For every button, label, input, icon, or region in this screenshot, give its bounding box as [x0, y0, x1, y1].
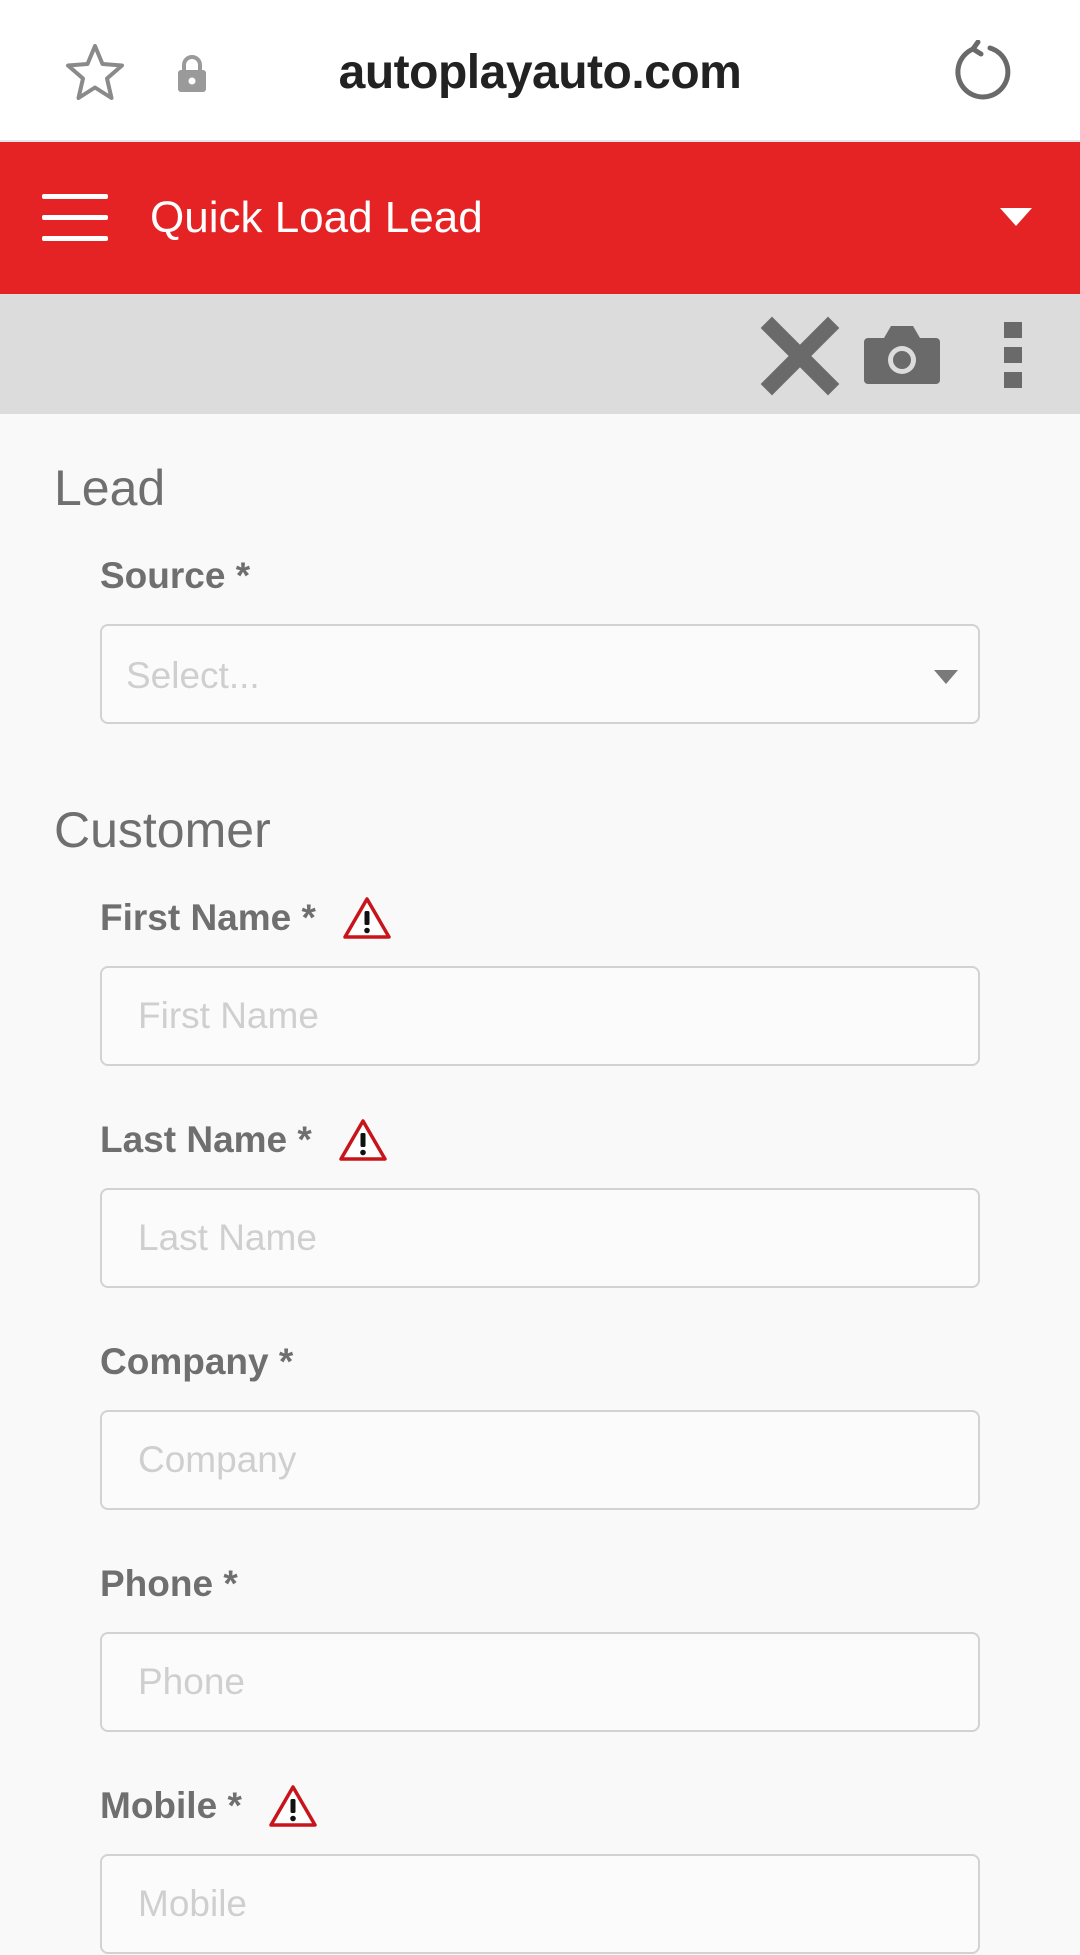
company-field[interactable]	[100, 1410, 980, 1510]
url-text[interactable]: autoplayauto.com	[240, 42, 840, 104]
reload-icon[interactable]	[952, 40, 1014, 102]
source-select-value: Select...	[126, 655, 260, 696]
warning-icon	[339, 1119, 387, 1161]
star-icon[interactable]	[64, 42, 126, 104]
mobile-input[interactable]	[102, 1856, 978, 1952]
last-name-field[interactable]	[100, 1188, 980, 1288]
form-toolbar	[0, 294, 1080, 414]
lock-icon[interactable]	[176, 54, 208, 94]
mobile-label: Mobile *	[100, 1782, 318, 1830]
chevron-down-icon	[934, 670, 958, 684]
hamburger-menu-icon[interactable]	[42, 194, 108, 242]
section-title-lead: Lead	[54, 460, 166, 516]
mobile-field[interactable]	[100, 1854, 980, 1954]
phone-label: Phone *	[100, 1563, 238, 1604]
app-header: Quick Load Lead	[0, 142, 1080, 294]
warning-icon	[269, 1785, 317, 1827]
more-vertical-icon[interactable]	[994, 318, 1034, 392]
first-name-field[interactable]	[100, 966, 980, 1066]
camera-icon[interactable]	[862, 318, 942, 390]
warning-icon	[343, 897, 391, 939]
page-title: Quick Load Lead	[150, 193, 483, 242]
first-name-label: First Name *	[100, 894, 392, 942]
company-label: Company *	[100, 1341, 294, 1382]
section-title-customer: Customer	[54, 802, 271, 858]
source-label: Source *	[100, 555, 251, 596]
phone-field[interactable]	[100, 1632, 980, 1732]
last-name-label: Last Name *	[100, 1116, 388, 1164]
last-name-input[interactable]	[102, 1190, 978, 1286]
first-name-input[interactable]	[102, 968, 978, 1064]
phone-input[interactable]	[102, 1634, 978, 1730]
company-input[interactable]	[102, 1412, 978, 1508]
close-icon[interactable]	[760, 316, 840, 396]
lead-form: Lead Source * Select... Customer First N…	[0, 428, 1080, 1955]
browser-address-bar: autoplayauto.com	[0, 0, 1080, 142]
source-select[interactable]: Select...	[100, 624, 980, 724]
caret-down-icon[interactable]	[1000, 208, 1032, 226]
